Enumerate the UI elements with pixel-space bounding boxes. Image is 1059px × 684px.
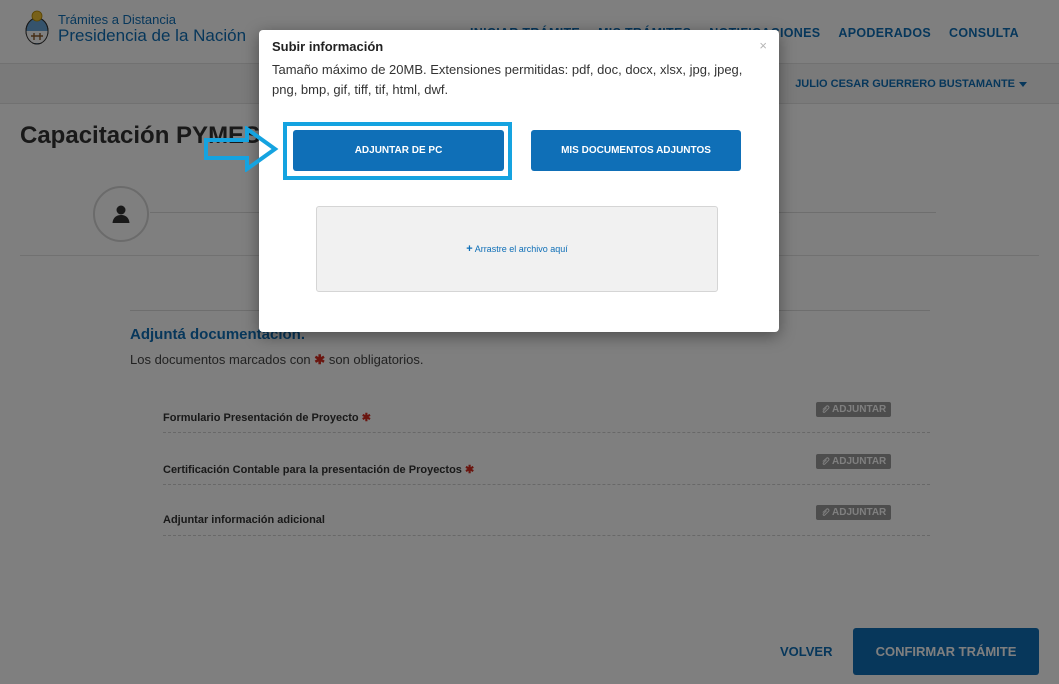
plus-icon: + — [466, 243, 473, 255]
arrow-right-icon — [204, 126, 279, 172]
close-icon[interactable]: × — [759, 38, 767, 53]
my-attached-documents-button[interactable]: MIS DOCUMENTOS ADJUNTOS — [531, 130, 741, 171]
dropzone-label: + Arrastre el archivo aquí — [466, 243, 567, 255]
dropzone-text: Arrastre el archivo aquí — [474, 244, 568, 254]
upload-info-text: Tamaño máximo de 20MB. Extensiones permi… — [272, 62, 743, 97]
upload-modal: × Subir información Tamaño máximo de 20M… — [259, 30, 779, 332]
modal-title: Subir información — [272, 39, 384, 54]
file-dropzone[interactable]: + Arrastre el archivo aquí — [316, 206, 718, 292]
attach-from-pc-button[interactable]: ADJUNTAR DE PC — [293, 130, 504, 171]
